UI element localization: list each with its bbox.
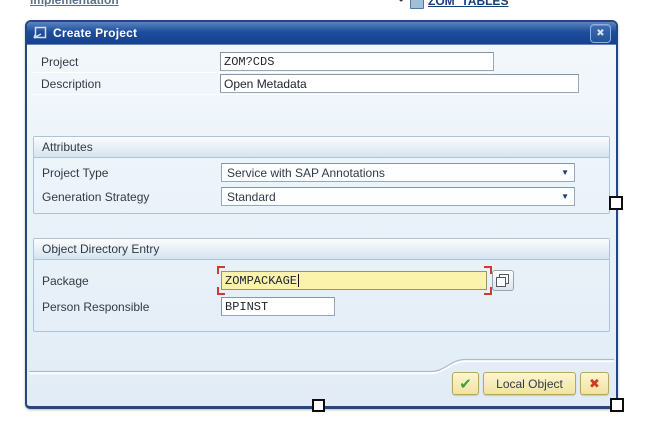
object-directory-group: Object Directory Entry Package ZOMPACKAG… <box>33 238 610 332</box>
project-input[interactable] <box>220 52 494 71</box>
local-object-label: Local Object <box>496 377 563 391</box>
search-help-button[interactable] <box>492 270 514 291</box>
dialog-titlebar[interactable]: Create Project ✖ <box>27 22 616 45</box>
project-row: Project <box>33 51 494 73</box>
local-object-button[interactable]: Local Object <box>483 372 576 395</box>
generation-strategy-row: Generation Strategy Standard ▼ <box>34 186 609 207</box>
resize-handle-bottom[interactable] <box>312 399 325 412</box>
chevron-down-icon: ▼ <box>561 193 569 201</box>
background-link-implementation[interactable]: implementation <box>30 0 119 7</box>
create-dialog-icon <box>32 26 47 40</box>
text-cursor <box>298 274 299 287</box>
screen: implementation • ZOM_TABLES Create Proje… <box>0 0 654 426</box>
search-help-icon <box>496 277 506 287</box>
object-directory-header-label: Object Directory Entry <box>42 242 159 256</box>
close-icon: ✖ <box>596 28 604 39</box>
check-icon: ✔ <box>459 375 472 393</box>
attributes-group-header: Attributes <box>34 137 609 158</box>
project-type-select[interactable]: Service with SAP Annotations ▼ <box>221 163 575 182</box>
confirm-button[interactable]: ✔ <box>452 372 479 395</box>
table-icon <box>410 0 424 9</box>
person-responsible-row: Person Responsible <box>34 296 609 317</box>
description-input[interactable] <box>220 74 579 93</box>
resize-handle-right[interactable] <box>609 196 623 210</box>
project-label: Project <box>41 55 220 69</box>
description-row: Description <box>33 73 579 95</box>
package-row: Package ZOMPACKAGE <box>34 269 609 292</box>
attributes-header-label: Attributes <box>42 140 93 154</box>
tree-bullet-icon: • <box>399 0 403 7</box>
footer-separator <box>27 45 616 406</box>
package-label: Package <box>42 274 221 288</box>
focus-bracket <box>217 287 225 295</box>
package-field-wrap: ZOMPACKAGE <box>221 270 514 291</box>
generation-strategy-select[interactable]: Standard ▼ <box>221 187 575 206</box>
focus-bracket <box>217 266 225 274</box>
package-input[interactable]: ZOMPACKAGE <box>221 271 487 290</box>
package-value: ZOMPACKAGE <box>225 274 297 288</box>
person-responsible-input[interactable] <box>221 297 335 316</box>
cancel-button[interactable]: ✖ <box>580 372 609 395</box>
generation-strategy-value: Standard <box>227 190 276 204</box>
attributes-group: Attributes Project Type Service with SAP… <box>33 136 610 214</box>
project-type-label: Project Type <box>42 166 221 180</box>
cancel-x-icon: ✖ <box>589 376 600 392</box>
resize-handle-bottom-right[interactable] <box>610 398 624 412</box>
object-directory-group-header: Object Directory Entry <box>34 239 609 260</box>
description-label: Description <box>41 77 220 91</box>
focus-bracket <box>484 266 492 274</box>
dialog-body: Project Description Attributes Project T… <box>27 45 616 406</box>
person-responsible-label: Person Responsible <box>42 300 221 314</box>
create-project-dialog: Create Project ✖ Project Description Att… <box>25 20 618 409</box>
generation-strategy-label: Generation Strategy <box>42 190 221 204</box>
close-button[interactable]: ✖ <box>590 24 611 43</box>
project-type-value: Service with SAP Annotations <box>227 166 385 180</box>
chevron-down-icon: ▼ <box>561 169 569 177</box>
project-type-row: Project Type Service with SAP Annotation… <box>34 162 609 183</box>
background-tree-item-zom-tables[interactable]: ZOM_TABLES <box>428 0 508 8</box>
focus-bracket <box>484 287 492 295</box>
dialog-title: Create Project <box>53 26 137 40</box>
